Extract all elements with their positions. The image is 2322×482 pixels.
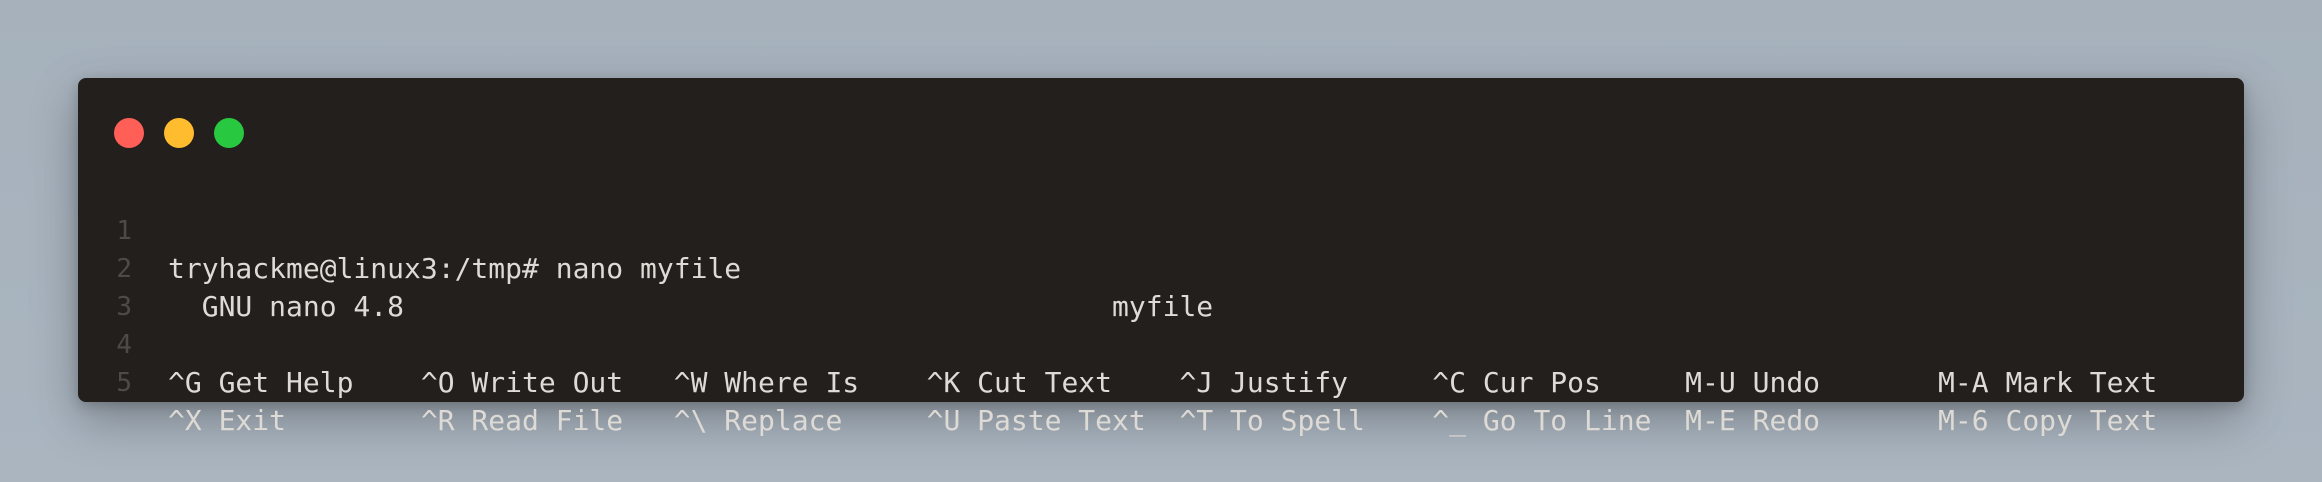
terminal-window: 1 tryhackme@linux3:/tmp# nano myfile 2 G… [78, 78, 2244, 437]
close-button[interactable] [114, 118, 144, 148]
code-line-text: GNU nano 4.8 myfile [168, 290, 1214, 323]
code-line: 3 [78, 250, 179, 322]
code-line: 1 tryhackme@linux3:/tmp# nano myfile [78, 174, 741, 285]
code-line-text: ^G Get Help ^O Write Out ^W Where Is ^K … [168, 366, 2158, 399]
code-line: 5 ^X Exit ^R Read File ^\ Replace ^U Pas… [78, 326, 2157, 437]
code-line-text: tryhackme@linux3:/tmp# nano myfile [168, 252, 742, 285]
window-controls [114, 118, 244, 148]
line-number: 5 [116, 368, 132, 398]
maximize-button[interactable] [214, 118, 244, 148]
code-line-text: ^X Exit ^R Read File ^\ Replace ^U Paste… [168, 404, 2158, 437]
code-block: 1 tryhackme@linux3:/tmp# nano myfile 2 G… [78, 174, 2157, 437]
code-line: 2 GNU nano 4.8 myfile [78, 212, 1213, 323]
code-line: 4 ^G Get Help ^O Write Out ^W Where Is ^… [78, 288, 2157, 399]
minimize-button[interactable] [164, 118, 194, 148]
